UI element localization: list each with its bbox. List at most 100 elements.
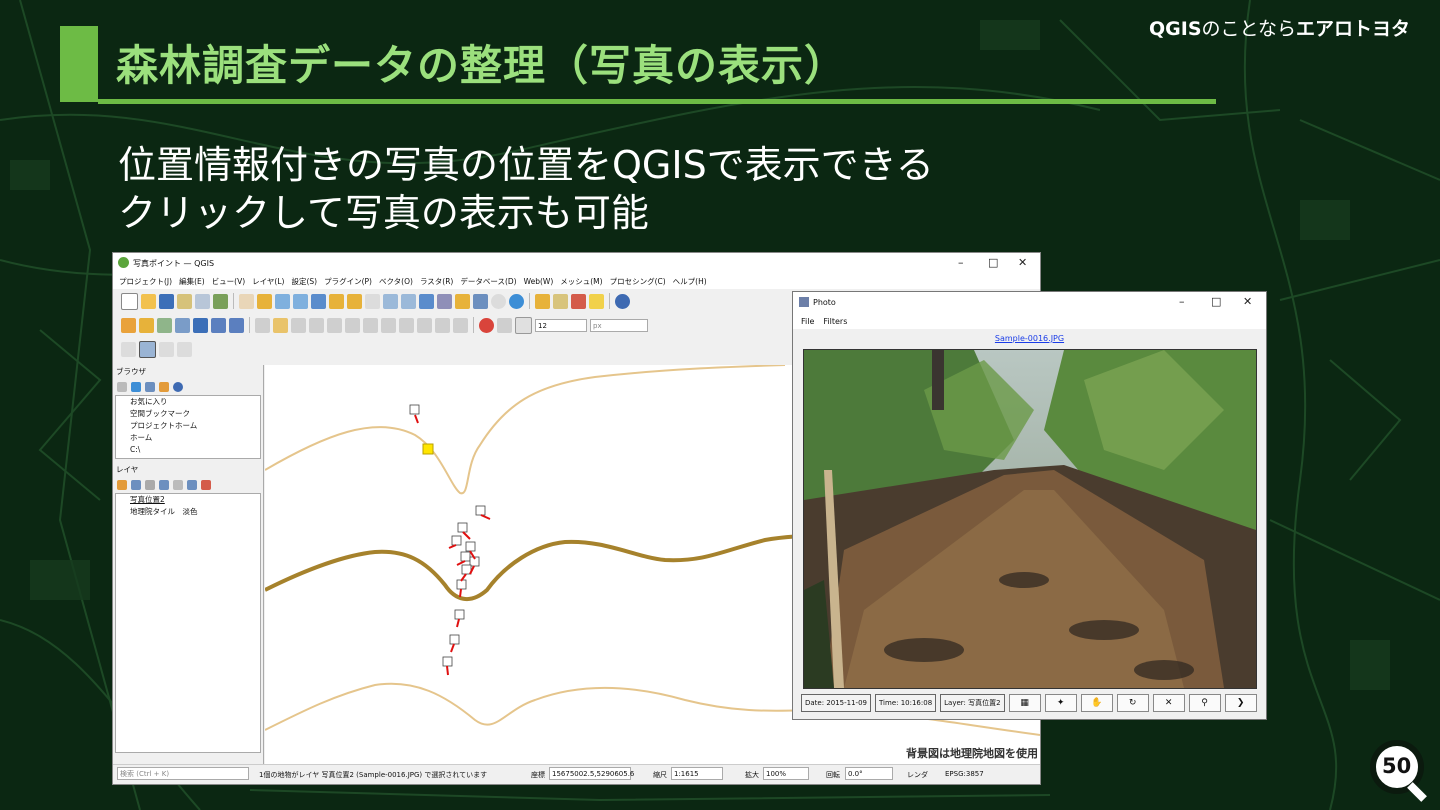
photo-close-button[interactable]: ✕ bbox=[1243, 295, 1252, 308]
browser-item-bookmarks[interactable]: 空間ブックマーク bbox=[116, 408, 260, 420]
identify-icon[interactable] bbox=[615, 293, 630, 309]
snap-unit-select[interactable]: px bbox=[590, 318, 648, 332]
zoom-in-icon[interactable] bbox=[275, 293, 290, 309]
delete-selected-icon[interactable] bbox=[363, 317, 378, 333]
add-feature-icon[interactable] bbox=[291, 317, 306, 333]
menu-project[interactable]: プロジェクト(J) bbox=[119, 276, 172, 287]
add-group-icon[interactable] bbox=[131, 480, 141, 490]
photo-point-icon[interactable] bbox=[454, 609, 465, 620]
photo-point-icon[interactable] bbox=[449, 634, 460, 645]
current-edits-icon[interactable] bbox=[255, 317, 270, 333]
visibility-icon[interactable] bbox=[145, 480, 155, 490]
menu-settings[interactable]: 設定(S) bbox=[291, 276, 317, 287]
menu-edit[interactable]: 編集(E) bbox=[179, 276, 205, 287]
paste-features-icon[interactable] bbox=[417, 317, 432, 333]
magnifier-field[interactable]: 100% bbox=[763, 767, 809, 780]
save-project-icon[interactable] bbox=[159, 293, 174, 309]
refresh-icon[interactable] bbox=[131, 382, 141, 392]
bookmark-icon[interactable] bbox=[455, 293, 470, 309]
photo-menu-filters[interactable]: Filters bbox=[823, 317, 847, 326]
collapse-icon[interactable] bbox=[159, 382, 169, 392]
zoom-full-icon[interactable] bbox=[311, 293, 326, 309]
menu-plugins[interactable]: プラグイン(P) bbox=[324, 276, 372, 287]
temporal-icon[interactable] bbox=[491, 293, 506, 309]
refresh-icon[interactable] bbox=[509, 293, 524, 309]
temporary-layer-icon[interactable] bbox=[229, 317, 244, 333]
save-as-icon[interactable] bbox=[177, 293, 192, 309]
redo-icon[interactable] bbox=[453, 317, 468, 333]
delete-icon[interactable]: ✕ bbox=[1152, 694, 1185, 712]
zoom-native-icon[interactable] bbox=[365, 293, 380, 309]
cut-features-icon[interactable] bbox=[381, 317, 396, 333]
menu-database[interactable]: データベース(D) bbox=[460, 276, 516, 287]
menu-web[interactable]: Web(W) bbox=[524, 277, 554, 286]
layer-gsi-tiles[interactable]: 地理院タイル 淡色 bbox=[116, 506, 260, 518]
new-shapefile-icon[interactable] bbox=[157, 317, 172, 333]
locator-search-input[interactable]: 検索 (Ctrl + K) bbox=[117, 767, 249, 780]
photo-point-icon[interactable] bbox=[451, 535, 462, 546]
menu-raster[interactable]: ラスタ(R) bbox=[420, 276, 453, 287]
show-bookmarks-icon[interactable] bbox=[473, 293, 488, 309]
expand-all-icon[interactable] bbox=[187, 480, 197, 490]
photo-point-icon[interactable] bbox=[442, 656, 453, 667]
rotate-icon[interactable]: ↻ bbox=[1116, 694, 1149, 712]
data-source-manager-icon[interactable] bbox=[121, 317, 136, 333]
modify-attributes-icon[interactable] bbox=[345, 317, 360, 333]
minimize-button[interactable]: – bbox=[958, 256, 964, 269]
layer-photo-points[interactable]: 写真位置2 bbox=[116, 494, 260, 506]
snapping-magnet-icon[interactable] bbox=[479, 317, 494, 333]
menu-vector[interactable]: ベクタ(O) bbox=[379, 276, 413, 287]
print-layout-icon[interactable] bbox=[195, 293, 210, 309]
remove-layer-icon[interactable] bbox=[201, 480, 211, 490]
add-layer-icon[interactable] bbox=[117, 382, 127, 392]
maximize-button[interactable]: □ bbox=[988, 256, 998, 269]
snap-segment-icon[interactable] bbox=[515, 316, 532, 334]
menu-mesh[interactable]: メッシュ(M) bbox=[560, 276, 602, 287]
undo-icon[interactable] bbox=[435, 317, 450, 333]
menu-view[interactable]: ビュー(V) bbox=[212, 276, 245, 287]
zoom-last-icon[interactable] bbox=[383, 293, 398, 309]
snap-tolerance-input[interactable]: 12 bbox=[535, 318, 587, 332]
coordinate-field[interactable]: 15675002.5,5290605.6 bbox=[549, 767, 634, 780]
photo-point-icon[interactable] bbox=[460, 551, 471, 562]
selected-photo-point[interactable] bbox=[422, 443, 434, 455]
hand-icon[interactable]: ✋ bbox=[1080, 694, 1113, 712]
photo-point-icon[interactable] bbox=[409, 404, 420, 415]
photo-maximize-button[interactable]: □ bbox=[1211, 295, 1221, 308]
scale-field[interactable]: 1:1615 bbox=[671, 767, 723, 780]
pan-icon[interactable] bbox=[239, 293, 254, 309]
photo-viewer-tool-icon[interactable] bbox=[139, 340, 156, 358]
virtual-layer-icon[interactable] bbox=[211, 317, 226, 333]
digitize-icon[interactable] bbox=[175, 317, 190, 333]
switch-arrows-icon[interactable] bbox=[159, 341, 174, 357]
zoom-layer-icon[interactable] bbox=[347, 293, 362, 309]
select-features-icon[interactable] bbox=[535, 293, 550, 309]
close-button[interactable]: ✕ bbox=[1018, 256, 1027, 269]
download-arrow-icon[interactable] bbox=[177, 341, 192, 357]
copy-features-icon[interactable] bbox=[399, 317, 414, 333]
browser-item-c-drive[interactable]: C:\ bbox=[116, 444, 260, 456]
menu-processing[interactable]: プロセシング(C) bbox=[610, 276, 666, 287]
new-project-icon[interactable] bbox=[121, 292, 138, 310]
select-location-icon[interactable] bbox=[589, 293, 604, 309]
open-project-icon[interactable] bbox=[141, 293, 156, 309]
photo-minimize-button[interactable]: – bbox=[1179, 295, 1185, 308]
next-icon[interactable]: ❯ bbox=[1224, 694, 1257, 712]
rotation-field[interactable]: 0.0° bbox=[845, 767, 893, 780]
pan-to-photo-icon[interactable]: ✦ bbox=[1044, 694, 1077, 712]
save-edits-icon[interactable] bbox=[193, 317, 208, 333]
browser-item-favorites[interactable]: お気に入り bbox=[116, 396, 260, 408]
photo-point-icon[interactable] bbox=[475, 505, 486, 516]
vertex-tool-icon[interactable] bbox=[309, 317, 324, 333]
render-checkbox-label[interactable]: レンダ bbox=[907, 770, 928, 780]
toggle-editing-icon[interactable] bbox=[273, 317, 288, 333]
new-3d-view-icon[interactable] bbox=[437, 293, 452, 309]
measure-icon[interactable] bbox=[121, 341, 136, 357]
photo-filename-link[interactable]: Sample-0016.JPG bbox=[793, 334, 1266, 343]
zoom-selection-icon[interactable] bbox=[329, 293, 344, 309]
browser-item-home[interactable]: ホーム bbox=[116, 432, 260, 444]
style-icon[interactable] bbox=[117, 480, 127, 490]
filter-legend-icon[interactable] bbox=[159, 480, 169, 490]
photo-point-icon[interactable] bbox=[465, 541, 476, 552]
zoom-to-photo-icon[interactable]: ▦ bbox=[1008, 694, 1041, 712]
